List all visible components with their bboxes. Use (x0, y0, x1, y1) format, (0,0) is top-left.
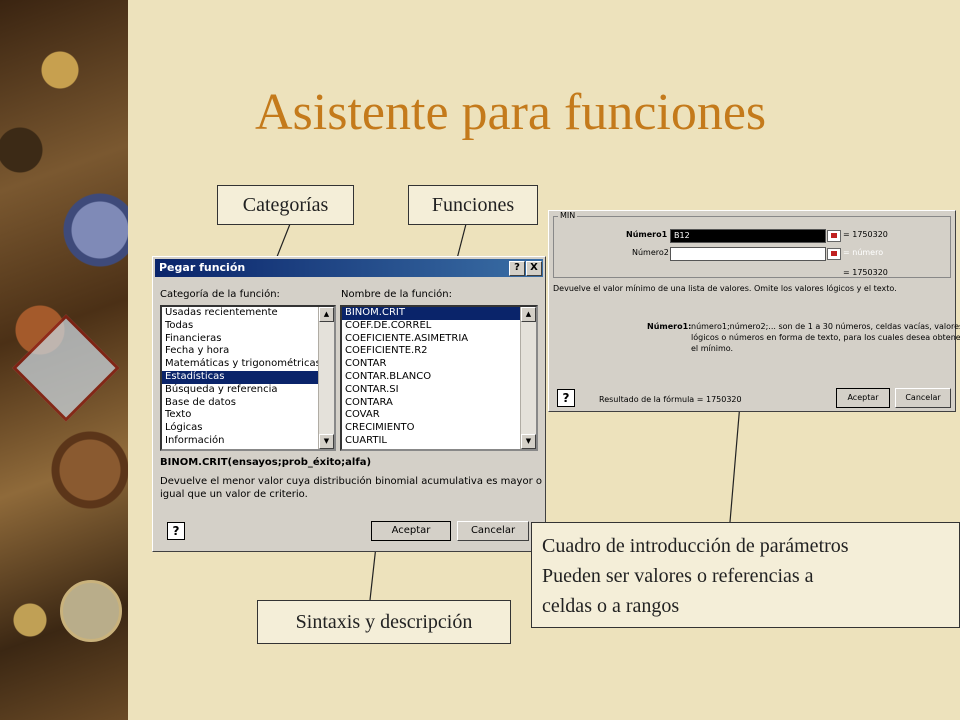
numero2-result: = número (843, 248, 884, 257)
function-item[interactable]: CONTAR.BLANCO (342, 371, 536, 384)
function-item[interactable]: COEF.DE.CORREL (342, 320, 536, 333)
accept-button[interactable]: Aceptar (371, 521, 451, 541)
formula-result: Resultado de la fórmula = 1750320 (599, 395, 742, 404)
numero2-label: Número2 (632, 248, 669, 257)
category-listbox[interactable]: Usadas recientemente Todas Financieras F… (160, 305, 336, 451)
category-item[interactable]: Búsqueda y referencia (162, 384, 334, 397)
help-icon[interactable]: ? (557, 389, 575, 407)
category-item[interactable]: Texto (162, 409, 334, 422)
category-item[interactable]: Lógicas (162, 422, 334, 435)
category-item[interactable]: Financieras (162, 333, 334, 346)
function-scrollbar[interactable]: ▲ ▼ (520, 307, 536, 449)
pegar-funcion-dialog: Pegar función ? X Categoría de la funció… (152, 256, 546, 552)
cancel-button[interactable]: Cancelar (895, 388, 951, 408)
category-item[interactable]: Información (162, 435, 334, 448)
category-item[interactable]: Matemáticas y trigonométricas (162, 358, 334, 371)
min-group-box: MIN Número1 B12 = 1750320 Número2 = núme… (553, 211, 951, 278)
collapse-dialog-icon[interactable] (827, 248, 841, 260)
numero1-result: = 1750320 (843, 230, 888, 239)
numero1-input[interactable]: B12 (670, 229, 826, 243)
category-scrollbar[interactable]: ▲ ▼ (318, 307, 334, 449)
scroll-up-icon[interactable]: ▲ (319, 307, 334, 322)
function-item[interactable]: COEFICIENTE.ASIMETRIA (342, 333, 536, 346)
numero1-label: Número1 (626, 230, 668, 239)
categoria-label: Categoría de la función: (160, 289, 280, 300)
callout-funciones: Funciones (408, 185, 538, 225)
callout-categorias: Categorías (217, 185, 354, 225)
help-icon[interactable]: ? (167, 522, 185, 540)
category-item[interactable]: Fecha y hora (162, 345, 334, 358)
min-group-label: MIN (558, 211, 578, 220)
function-description-line1: Devuelve el menor valor cuya distribució… (160, 476, 542, 487)
function-item[interactable]: COVAR (342, 409, 536, 422)
function-item-selected[interactable]: BINOM.CRIT (342, 307, 536, 320)
medal-cross-image (12, 314, 120, 422)
category-item[interactable]: Todas (162, 320, 334, 333)
min-arguments-dialog: MIN Número1 B12 = 1750320 Número2 = núme… (548, 210, 960, 412)
category-item[interactable]: Base de datos (162, 397, 334, 410)
function-listbox[interactable]: BINOM.CRIT COEF.DE.CORREL COEFICIENTE.AS… (340, 305, 538, 451)
compass-image (60, 580, 122, 642)
function-item[interactable]: CONTARA (342, 397, 536, 410)
param-desc-line2: lógicos o números en forma de texto, par… (691, 333, 960, 342)
param-desc-line1: número1;número2;... son de 1 a 30 número… (691, 322, 960, 331)
nombre-label: Nombre de la función: (341, 289, 452, 300)
param-desc-line3: el mínimo. (691, 344, 734, 353)
callout-cuadro-line1: Cuadro de introducción de parámetros (542, 535, 849, 557)
function-item[interactable]: CUARTIL (342, 435, 536, 448)
accept-button[interactable]: Aceptar (836, 388, 890, 408)
scroll-up-icon[interactable]: ▲ (521, 307, 536, 322)
function-description-line2: igual que un valor de criterio. (160, 489, 308, 500)
dialog-title: Pegar función (159, 261, 246, 274)
scroll-down-icon[interactable]: ▼ (521, 434, 536, 449)
collapse-dialog-icon[interactable] (827, 230, 841, 242)
scroll-down-icon[interactable]: ▼ (319, 434, 334, 449)
numero2-input[interactable] (670, 247, 826, 261)
category-item[interactable]: Usadas recientemente (162, 307, 334, 320)
slide-title: Asistente para funciones (255, 84, 767, 141)
function-item[interactable]: COEFICIENTE.R2 (342, 345, 536, 358)
callout-cuadro-line3: celdas o a rangos (542, 595, 680, 617)
min-description: Devuelve el valor mínimo de una lista de… (553, 284, 897, 293)
close-button[interactable]: X (526, 261, 542, 276)
dialog-titlebar: Pegar función ? X (155, 259, 543, 277)
callout-sintaxis: Sintaxis y descripción (257, 600, 511, 644)
decorative-medal-strip (0, 0, 128, 720)
help-title-button[interactable]: ? (509, 261, 525, 276)
callout-cuadro: Cuadro de introducción de parámetros Pue… (531, 522, 960, 628)
param-label: Número1: (647, 322, 692, 331)
function-syntax: BINOM.CRIT(ensayos;prob_éxito;alfa) (160, 457, 372, 468)
function-item[interactable]: CONTAR (342, 358, 536, 371)
function-item[interactable]: CRECIMIENTO (342, 422, 536, 435)
callout-cuadro-line2: Pueden ser valores o referencias a (542, 565, 814, 587)
total-result: = 1750320 (843, 268, 888, 277)
cancel-button[interactable]: Cancelar (457, 521, 529, 541)
function-item[interactable]: CONTAR.SI (342, 384, 536, 397)
category-item-selected[interactable]: Estadísticas (162, 370, 334, 384)
